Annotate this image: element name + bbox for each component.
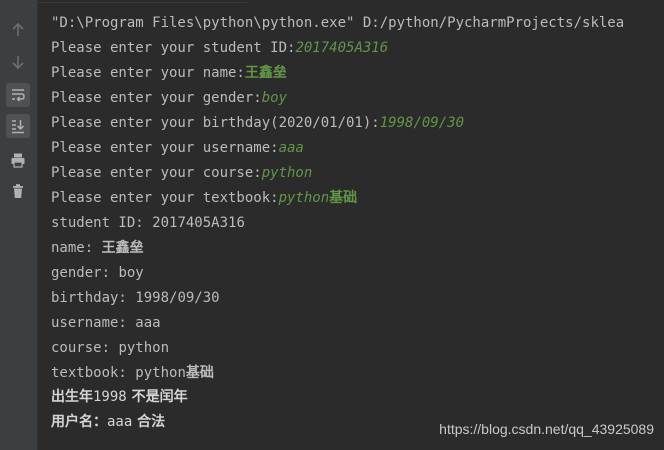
output-value: aaa bbox=[135, 315, 161, 331]
trash-icon[interactable] bbox=[6, 179, 30, 203]
print-icon[interactable] bbox=[6, 148, 30, 172]
user-input: aaa bbox=[278, 140, 304, 156]
output-value: boy bbox=[118, 265, 144, 281]
prompt-line-course: Please enter your course:python bbox=[51, 163, 312, 183]
prompt-text: Please enter your course: bbox=[51, 165, 262, 181]
prompt-text: Please enter your textbook: bbox=[51, 190, 279, 206]
console-output[interactable]: "D:\Program Files\python\python.exe" D:/… bbox=[51, 0, 664, 450]
output-line-birthday: birthday: 1998/09/30 bbox=[51, 288, 220, 308]
user-input: python bbox=[278, 190, 330, 206]
birth-year-label: 出生年 bbox=[51, 389, 93, 405]
birth-year-value: 1998 bbox=[93, 389, 127, 405]
user-input-cjk: 基础 bbox=[329, 190, 358, 206]
output-value-cjk: 基础 bbox=[185, 365, 214, 381]
prompt-line-student-id: Please enter your student ID:2017405A316 bbox=[51, 38, 388, 58]
command-line: "D:\Program Files\python\python.exe" D:/… bbox=[51, 15, 625, 31]
user-input: boy bbox=[261, 90, 288, 106]
output-label: name: bbox=[51, 240, 102, 256]
output-line-gender: gender: boy bbox=[51, 263, 144, 283]
output-line-name: name: 王鑫垒 bbox=[51, 238, 144, 258]
output-line-username: username: aaa bbox=[51, 313, 161, 333]
output-label: course: bbox=[51, 340, 119, 356]
output-value: 王鑫垒 bbox=[101, 240, 144, 256]
output-line-course: course: python bbox=[51, 338, 169, 358]
run-console-window: "D:\Program Files\python\python.exe" D:/… bbox=[0, 0, 664, 450]
prompt-text: Please enter your gender: bbox=[51, 90, 262, 106]
output-value: 2017405A316 bbox=[152, 215, 245, 231]
output-label: username: bbox=[51, 315, 136, 331]
down-arrow-icon[interactable] bbox=[6, 50, 30, 74]
user-input: 1998/09/30 bbox=[379, 115, 465, 131]
prompt-text: Please enter your birthday(2020/01/01): bbox=[51, 115, 380, 131]
console-toolbar bbox=[0, 0, 38, 450]
prompt-text: Please enter your student ID: bbox=[51, 40, 296, 56]
output-label: birthday: bbox=[51, 290, 136, 306]
output-line-student-id: student ID: 2017405A316 bbox=[51, 213, 245, 233]
soft-wrap-icon[interactable] bbox=[6, 83, 30, 107]
prompt-text: Please enter your name: bbox=[51, 65, 245, 81]
prompt-line-birthday: Please enter your birthday(2020/01/01):1… bbox=[51, 113, 464, 133]
output-label: textbook: bbox=[51, 365, 136, 381]
prompt-line-username: Please enter your username:aaa bbox=[51, 138, 304, 158]
output-label: student ID: bbox=[51, 215, 153, 231]
output-line-textbook: textbook: python基础 bbox=[51, 363, 214, 383]
username-valid-text: 合法 bbox=[132, 414, 166, 430]
prompt-line-name: Please enter your name:王鑫垒 bbox=[51, 63, 287, 83]
username-label: 用户名： bbox=[51, 414, 107, 430]
username-check-result: 用户名：aaa 合法 bbox=[51, 412, 165, 432]
up-arrow-icon[interactable] bbox=[6, 18, 30, 42]
prompt-text: Please enter your username: bbox=[51, 140, 279, 156]
leap-year-result: 出生年1998 不是闰年 bbox=[51, 387, 188, 407]
username-value: aaa bbox=[107, 414, 133, 430]
leap-year-text: 不是闰年 bbox=[126, 389, 188, 405]
csdn-watermark: https://blog.csdn.net/qq_43925089 bbox=[439, 421, 654, 437]
user-input: 2017405A316 bbox=[295, 40, 389, 56]
prompt-line-textbook: Please enter your textbook:python基础 bbox=[51, 188, 357, 208]
prompt-line-gender: Please enter your gender:boy bbox=[51, 88, 287, 108]
output-label: gender: bbox=[51, 265, 119, 281]
output-value: 1998/09/30 bbox=[135, 290, 220, 306]
user-input: 王鑫垒 bbox=[244, 65, 287, 81]
scroll-to-end-icon[interactable] bbox=[6, 114, 30, 138]
output-value: python bbox=[135, 365, 186, 381]
output-value: python bbox=[118, 340, 170, 356]
user-input: python bbox=[261, 165, 313, 181]
